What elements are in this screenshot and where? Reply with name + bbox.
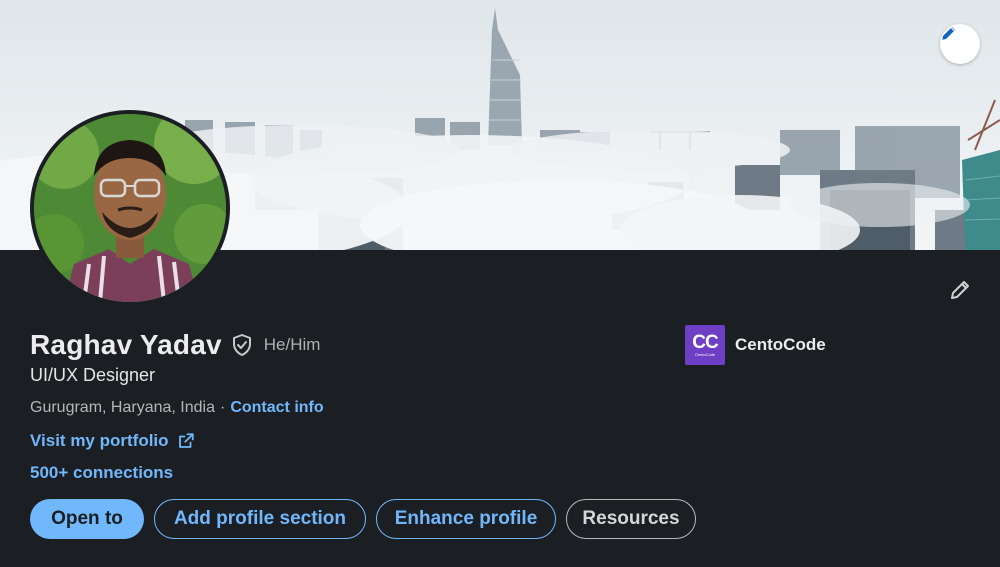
current-company[interactable]: CC CentoCode CentoCode: [685, 325, 826, 365]
location-row: Gurugram, Haryana, India · Contact info: [30, 399, 324, 417]
pencil-icon: [942, 27, 955, 40]
resources-button[interactable]: Resources: [566, 499, 696, 539]
pronouns: He/Him: [263, 335, 321, 354]
enhance-profile-button[interactable]: Enhance profile: [376, 499, 556, 539]
location: Gurugram, Haryana, India: [30, 399, 215, 416]
pencil-icon: [951, 281, 969, 299]
external-link-icon: [177, 432, 195, 450]
portfolio-label: Visit my portfolio: [30, 431, 169, 450]
company-logo-subtext: CentoCode: [694, 351, 716, 357]
headline: UI/UX Designer: [30, 365, 156, 385]
separator: ·: [219, 399, 226, 416]
edit-intro-button[interactable]: [940, 270, 980, 310]
shield-check-icon[interactable]: [230, 333, 254, 357]
edit-cover-button[interactable]: [940, 24, 980, 64]
open-to-button[interactable]: Open to: [30, 499, 144, 539]
company-logo-text: CC: [692, 331, 718, 353]
connections-link[interactable]: 500+ connections: [30, 463, 173, 483]
avatar[interactable]: [30, 110, 230, 306]
contact-info-link[interactable]: Contact info: [230, 399, 323, 417]
company-name: CentoCode: [735, 335, 826, 354]
portfolio-link[interactable]: Visit my portfolio: [30, 431, 195, 451]
profile-photo: [34, 114, 226, 302]
profile-name: Raghav Yadav: [30, 329, 222, 360]
company-logo: CC CentoCode: [685, 325, 725, 365]
name-row: Raghav Yadav He/Him: [30, 326, 320, 364]
add-profile-section-button[interactable]: Add profile section: [154, 499, 366, 539]
profile-card: Raghav Yadav He/Him UI/UX Designer Gurug…: [0, 0, 1000, 567]
